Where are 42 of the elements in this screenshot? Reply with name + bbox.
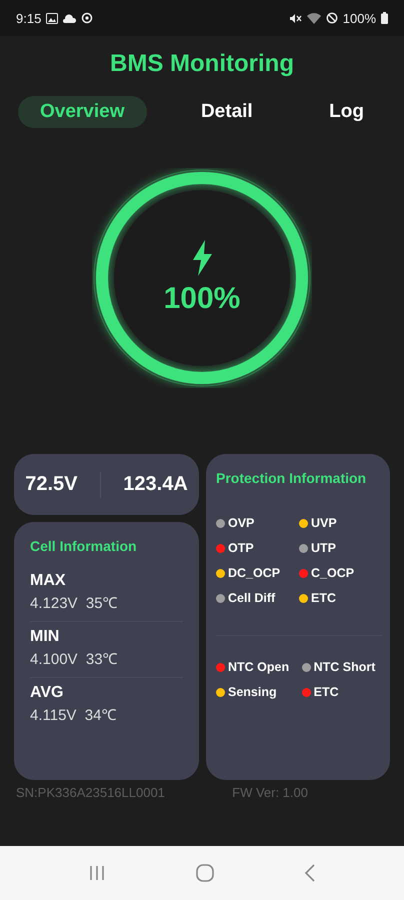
lightning-icon <box>191 240 213 276</box>
voltage-value: 72.5V <box>25 473 78 496</box>
card-title: Cell Information <box>30 538 138 554</box>
cell-value: 4.100V 33℃ <box>30 650 119 668</box>
block-icon <box>326 12 338 24</box>
home-icon[interactable] <box>196 864 214 882</box>
back-icon[interactable] <box>304 864 316 882</box>
protection-label: OVP <box>228 516 254 530</box>
protection-label: C_OCP <box>311 566 354 580</box>
recent-apps-icon[interactable] <box>88 865 106 881</box>
tab[interactable]: Log <box>307 96 386 128</box>
tab[interactable]: Overview <box>18 96 146 128</box>
protection-label: Sensing <box>228 685 277 699</box>
protection-label: ETC <box>314 685 339 699</box>
charge-percent: 100% <box>164 282 240 316</box>
current-value: 123.4A <box>123 473 188 496</box>
sync-icon <box>81 12 94 24</box>
cell-value: 4.115V 34℃ <box>30 706 118 724</box>
app-title: BMS Monitoring <box>109 50 295 78</box>
cell-value: 4.123V 35℃ <box>30 594 119 612</box>
card-title: Protection Information <box>216 470 368 486</box>
protection-label: UTP <box>311 541 336 555</box>
serial-number: SN:PK336A23516LL0001 <box>16 785 165 800</box>
tab[interactable]: Detail <box>178 96 275 128</box>
battery-icon <box>381 12 388 24</box>
mute-icon <box>288 12 302 24</box>
protection-label: UVP <box>311 516 337 530</box>
wifi-icon <box>306 12 321 24</box>
protection-label: NTC Short <box>314 660 376 674</box>
protection-label: ETC <box>311 591 336 605</box>
cell-label: MIN <box>30 628 60 646</box>
protection-label: NTC Open <box>228 660 290 674</box>
cloud-icon <box>63 14 76 22</box>
battery-percent: 100% <box>342 10 376 26</box>
protection-label: Cell Diff <box>228 591 276 605</box>
firmware-version: FW Ver: 1.00 <box>232 785 308 800</box>
image-icon <box>46 12 58 24</box>
cell-label: MAX <box>30 572 67 590</box>
protection-label: OTP <box>228 541 254 555</box>
cell-label: AVG <box>30 684 64 702</box>
protection-label: DC_OCP <box>228 566 280 580</box>
status-time: 9:15 <box>16 10 42 26</box>
